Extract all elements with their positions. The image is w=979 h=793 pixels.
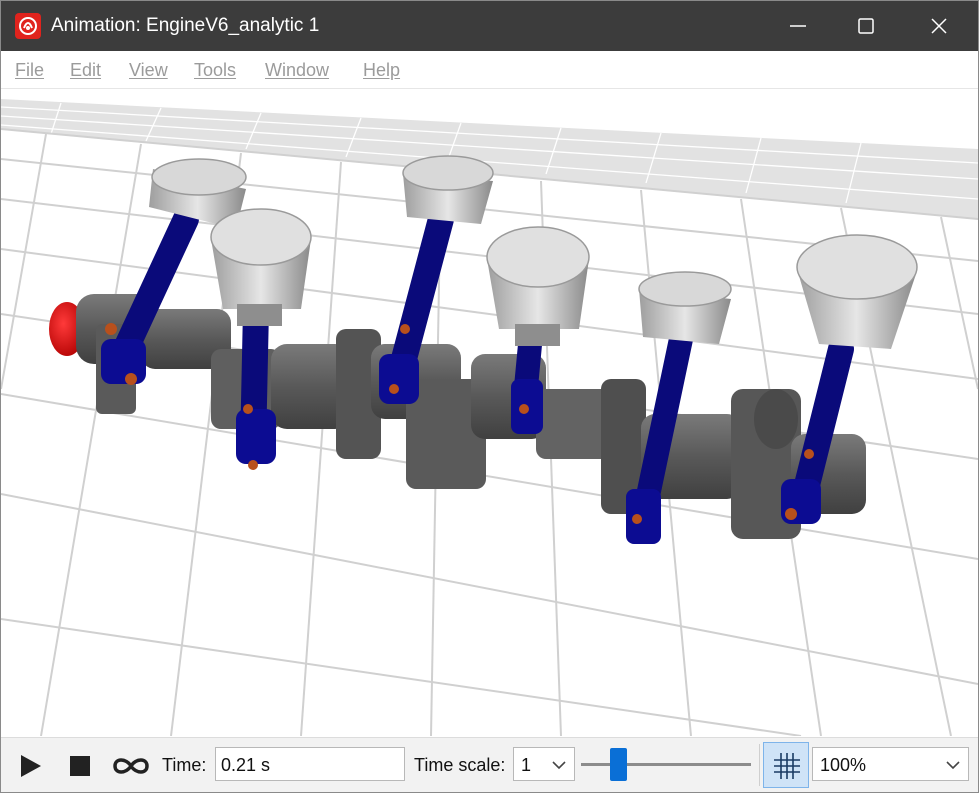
piston-4 bbox=[486, 226, 590, 346]
toolbar-separator bbox=[759, 744, 760, 786]
animation-window: Animation: EngineV6_analytic 1 File Edit… bbox=[0, 0, 979, 793]
menu-help[interactable]: Help bbox=[363, 60, 400, 81]
menu-tools[interactable]: Tools bbox=[194, 60, 236, 81]
crankshaft bbox=[49, 294, 866, 539]
chevron-down-icon bbox=[946, 761, 960, 770]
close-icon bbox=[931, 18, 947, 34]
menu-bar: File Edit View Tools Window Help bbox=[1, 51, 978, 89]
piston-5 bbox=[638, 271, 732, 344]
minimize-button[interactable] bbox=[762, 1, 834, 51]
grid-toggle-button[interactable] bbox=[763, 742, 809, 788]
time-slider-thumb[interactable] bbox=[610, 748, 627, 781]
chevron-down-icon bbox=[552, 761, 566, 770]
grid-icon bbox=[774, 753, 800, 779]
floor-grid-far bbox=[1, 99, 978, 219]
piston-3 bbox=[402, 155, 494, 224]
stop-button[interactable] bbox=[68, 754, 92, 778]
app-logo-icon bbox=[15, 13, 41, 39]
maximize-icon bbox=[858, 18, 874, 34]
time-label: Time: bbox=[162, 755, 207, 775]
time-scale-select[interactable]: 1 bbox=[513, 747, 575, 781]
title-bar: Animation: EngineV6_analytic 1 bbox=[1, 1, 978, 51]
maximize-button[interactable] bbox=[830, 1, 902, 51]
animation-toolbar: Time: 0.21 s Time scale: 1 100% bbox=[1, 737, 978, 792]
zoom-select[interactable]: 100% bbox=[812, 747, 969, 781]
infinity-loop-icon bbox=[113, 758, 149, 774]
engine-scene bbox=[1, 99, 978, 736]
loop-button[interactable] bbox=[112, 754, 150, 778]
play-button[interactable] bbox=[17, 753, 45, 779]
window-title: Animation: EngineV6_analytic 1 bbox=[51, 15, 320, 36]
close-button[interactable] bbox=[903, 1, 975, 51]
menu-view[interactable]: View bbox=[129, 60, 168, 81]
time-scale-label: Time scale: bbox=[414, 755, 506, 775]
piston-2 bbox=[210, 208, 312, 326]
menu-file[interactable]: File bbox=[15, 60, 44, 81]
time-input[interactable]: 0.21 s bbox=[215, 747, 405, 781]
play-icon bbox=[21, 755, 41, 777]
zoom-value: 100% bbox=[820, 755, 867, 775]
time-slider-track[interactable] bbox=[581, 763, 751, 766]
menu-edit[interactable]: Edit bbox=[70, 60, 101, 81]
stop-icon bbox=[70, 756, 90, 776]
piston-6 bbox=[796, 234, 918, 349]
3d-viewport[interactable] bbox=[1, 89, 978, 736]
time-scale-value: 1 bbox=[521, 755, 532, 775]
minimize-icon bbox=[790, 25, 806, 27]
menu-window[interactable]: Window bbox=[265, 60, 329, 81]
